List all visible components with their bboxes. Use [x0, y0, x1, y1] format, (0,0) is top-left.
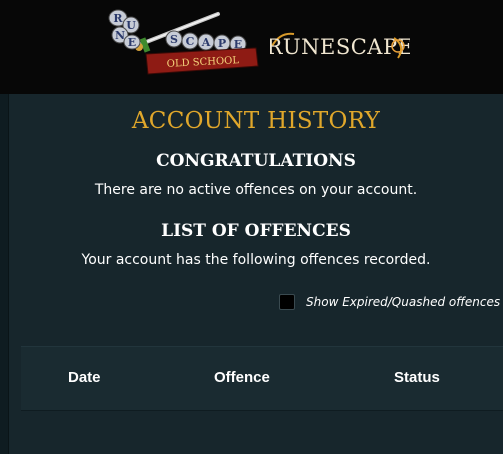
svg-text:RUNESCAPE: RUNESCAPE — [270, 35, 410, 59]
list-of-offences-heading: LIST OF OFFENCES — [161, 221, 351, 241]
svg-text:A: A — [201, 36, 211, 49]
svg-text:C: C — [186, 35, 195, 48]
svg-text:E: E — [128, 36, 136, 49]
osrs-logo[interactable]: R U N E S C A P E OLD SCHOOL — [106, 8, 266, 80]
site-header: R U N E S C A P E OLD SCHOOL RUNESCAPE — [0, 0, 503, 94]
show-expired-checkbox[interactable] — [279, 294, 295, 310]
show-expired-filter[interactable]: Show Expired/Quashed offences — [279, 292, 500, 312]
congratulations-heading: CONGRATULATIONS — [156, 151, 356, 171]
svg-text:U: U — [126, 19, 136, 32]
svg-text:P: P — [218, 37, 226, 50]
svg-text:S: S — [170, 33, 178, 46]
svg-text:N: N — [115, 29, 125, 42]
runescape-logo[interactable]: RUNESCAPE — [270, 28, 410, 64]
no-active-offences-text: There are no active offences on your acc… — [94, 182, 418, 198]
page-title: ACCOUNT HISTORY — [131, 108, 381, 134]
column-header-date[interactable]: Date — [68, 369, 101, 386]
offences-table: Date Offence Status — [21, 346, 503, 411]
show-expired-label[interactable]: Show Expired/Quashed offences — [306, 295, 500, 309]
svg-text:R: R — [113, 12, 123, 25]
column-header-offence[interactable]: Offence — [214, 369, 270, 386]
offences-recorded-text: Your account has the following offences … — [81, 252, 431, 268]
column-header-status[interactable]: Status — [394, 369, 440, 386]
